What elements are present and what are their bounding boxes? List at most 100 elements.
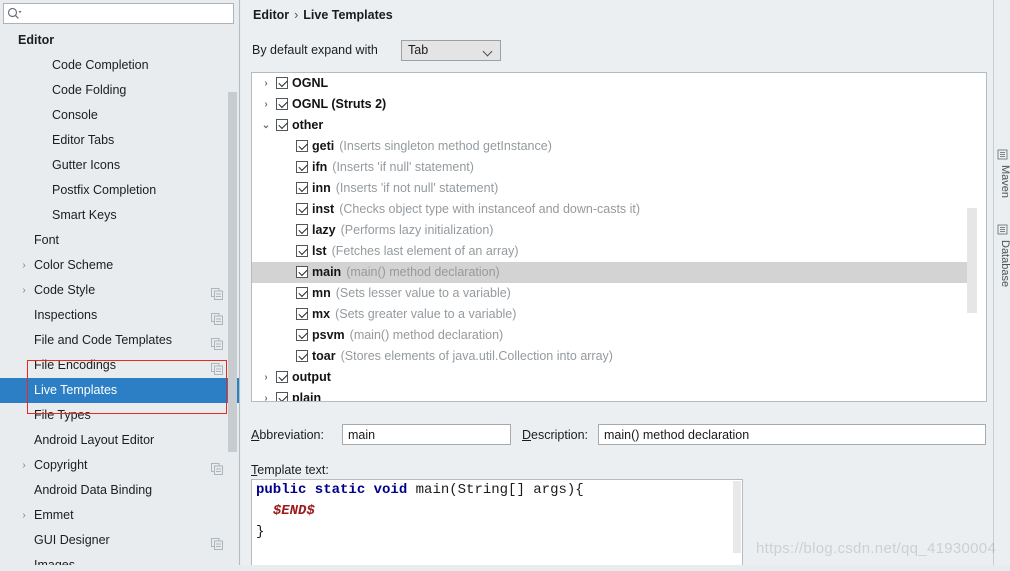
search-input[interactable] xyxy=(26,5,231,22)
template-row[interactable]: › OGNL (Struts 2) xyxy=(252,94,968,115)
search-icon xyxy=(7,7,23,22)
template-name: output xyxy=(292,370,331,384)
chevron-right-icon[interactable]: › xyxy=(18,503,30,528)
template-row[interactable]: psvm (main() method declaration) xyxy=(252,325,968,346)
chevron-down-icon xyxy=(484,48,493,54)
chevron-right-icon[interactable]: › xyxy=(18,453,30,478)
template-checkbox[interactable] xyxy=(296,350,308,362)
template-row[interactable]: toar (Stores elements of java.util.Collec… xyxy=(252,346,968,367)
template-checkbox[interactable] xyxy=(296,182,308,194)
template-row[interactable]: main (main() method declaration) xyxy=(252,262,968,283)
template-row[interactable]: ⌄ other xyxy=(252,115,968,136)
copy-icon xyxy=(211,459,223,475)
template-row[interactable]: inn (Inserts 'if not null' statement) xyxy=(252,178,968,199)
live-templates-list: › OGNL › OGNL (Struts 2) ⌄ other geti (Inserts … xyxy=(252,73,968,401)
template-checkbox[interactable] xyxy=(296,203,308,215)
template-row[interactable]: lazy (Performs lazy initialization) xyxy=(252,220,968,241)
template-row[interactable]: › plain xyxy=(252,388,968,401)
template-row[interactable]: inst (Checks object type with instanceof … xyxy=(252,199,968,220)
template-checkbox[interactable] xyxy=(296,161,308,173)
sidebar-item-emmet[interactable]: › Emmet xyxy=(0,503,239,528)
chevron-right-icon[interactable]: › xyxy=(18,253,30,278)
template-checkbox[interactable] xyxy=(296,266,308,278)
sidebar-item-gui-designer[interactable]: GUI Designer xyxy=(0,528,239,553)
copy-icon xyxy=(211,359,223,375)
sidebar-item-file-types[interactable]: File Types xyxy=(0,403,239,428)
template-row[interactable]: › output xyxy=(252,367,968,388)
template-checkbox[interactable] xyxy=(296,329,308,341)
sidebar-item-live-templates[interactable]: Live Templates xyxy=(0,378,239,403)
chevron-right-icon[interactable]: › xyxy=(260,367,272,388)
template-name: inn xyxy=(312,181,331,195)
sidebar-item-label: Font xyxy=(34,233,60,247)
chevron-right-icon[interactable]: › xyxy=(260,388,272,401)
sidebar-item-label: Copyright xyxy=(34,458,88,472)
template-text-editor[interactable]: public static void main(String[] args){ … xyxy=(251,479,743,571)
sidebar-item-label: GUI Designer xyxy=(34,533,110,547)
template-row[interactable]: lst (Fetches last element of an array) xyxy=(252,241,968,262)
template-checkbox[interactable] xyxy=(276,392,288,401)
template-checkbox[interactable] xyxy=(296,140,308,152)
rail-tab-database[interactable]: Database xyxy=(994,240,1010,287)
template-text-label: Template text: xyxy=(251,463,329,477)
copy-icon xyxy=(211,534,223,550)
template-row[interactable]: geti (Inserts singleton method getInstanc… xyxy=(252,136,968,157)
description-input[interactable] xyxy=(598,424,986,445)
sidebar-item-font[interactable]: Font xyxy=(0,228,239,253)
template-row[interactable]: › OGNL xyxy=(252,73,968,94)
sidebar-item-postfix-completion[interactable]: Postfix Completion xyxy=(0,178,239,203)
sidebar-search-box[interactable] xyxy=(3,3,234,24)
abbreviation-input[interactable] xyxy=(342,424,511,445)
template-checkbox[interactable] xyxy=(276,98,288,110)
template-checkbox[interactable] xyxy=(276,119,288,131)
template-name: ifn xyxy=(312,160,328,174)
sidebar-scrollbar[interactable] xyxy=(228,0,238,543)
settings-sidebar: Editor Code Completion Code Folding Console… xyxy=(0,0,240,571)
template-name: inst xyxy=(312,202,335,216)
sidebar-item-label: Color Scheme xyxy=(34,258,114,272)
template-name: mn xyxy=(312,286,331,300)
breadcrumb-root[interactable]: Editor xyxy=(253,8,289,22)
sidebar-item-console[interactable]: Console xyxy=(0,103,239,128)
sidebar-item-code-folding[interactable]: Code Folding xyxy=(0,78,239,103)
chevron-right-icon[interactable]: › xyxy=(260,94,272,115)
sidebar-item-inspections[interactable]: Inspections xyxy=(0,303,239,328)
sidebar-item-file-encodings[interactable]: File Encodings xyxy=(0,353,239,378)
editor-scrollbar[interactable] xyxy=(733,481,741,553)
default-expand-dropdown[interactable]: Tab xyxy=(401,40,501,61)
template-checkbox[interactable] xyxy=(296,308,308,320)
sidebar-item-file-and-code-templates[interactable]: File and Code Templates xyxy=(0,328,239,353)
template-description: (main() method declaration) xyxy=(346,265,500,279)
sidebar-item-gutter-icons[interactable]: Gutter Icons xyxy=(0,153,239,178)
sidebar-item-smart-keys[interactable]: Smart Keys xyxy=(0,203,239,228)
sidebar-item-editor-tabs[interactable]: Editor Tabs xyxy=(0,128,239,153)
sidebar-item-label: Android Data Binding xyxy=(34,483,153,497)
template-checkbox[interactable] xyxy=(276,77,288,89)
sidebar-scrollbar-thumb[interactable] xyxy=(228,92,237,452)
template-checkbox[interactable] xyxy=(296,224,308,236)
template-checkbox[interactable] xyxy=(296,245,308,257)
chevron-right-icon[interactable]: › xyxy=(18,278,30,303)
template-row[interactable]: mn (Sets lesser value to a variable) xyxy=(252,283,968,304)
templates-scrollbar-thumb[interactable] xyxy=(967,208,977,313)
default-expand-value: Tab xyxy=(408,43,429,57)
chevron-right-icon[interactable]: › xyxy=(260,73,272,94)
sidebar-item-code-style[interactable]: › Code Style xyxy=(0,278,239,303)
sidebar-item-color-scheme[interactable]: › Color Scheme xyxy=(0,253,239,278)
template-name: OGNL (Struts 2) xyxy=(292,97,387,111)
sidebar-item-label: Console xyxy=(52,108,98,122)
template-row[interactable]: ifn (Inserts 'if null' statement) xyxy=(252,157,968,178)
template-checkbox[interactable] xyxy=(296,287,308,299)
sidebar-item-editor[interactable]: Editor xyxy=(0,28,239,53)
sidebar-item-android-layout-editor[interactable]: Android Layout Editor xyxy=(0,428,239,453)
template-row[interactable]: mx (Sets greater value to a variable) xyxy=(252,304,968,325)
template-name: OGNL xyxy=(292,76,329,90)
rail-tab-maven[interactable]: Maven xyxy=(994,165,1010,198)
sidebar-item-copyright[interactable]: › Copyright xyxy=(0,453,239,478)
breadcrumb-current: Live Templates xyxy=(303,8,393,22)
template-description: (main() method declaration) xyxy=(349,328,504,342)
sidebar-item-code-completion[interactable]: Code Completion xyxy=(0,53,239,78)
chevron-down-icon[interactable]: ⌄ xyxy=(260,115,272,136)
template-checkbox[interactable] xyxy=(276,371,288,383)
sidebar-item-android-data-binding[interactable]: Android Data Binding xyxy=(0,478,239,503)
